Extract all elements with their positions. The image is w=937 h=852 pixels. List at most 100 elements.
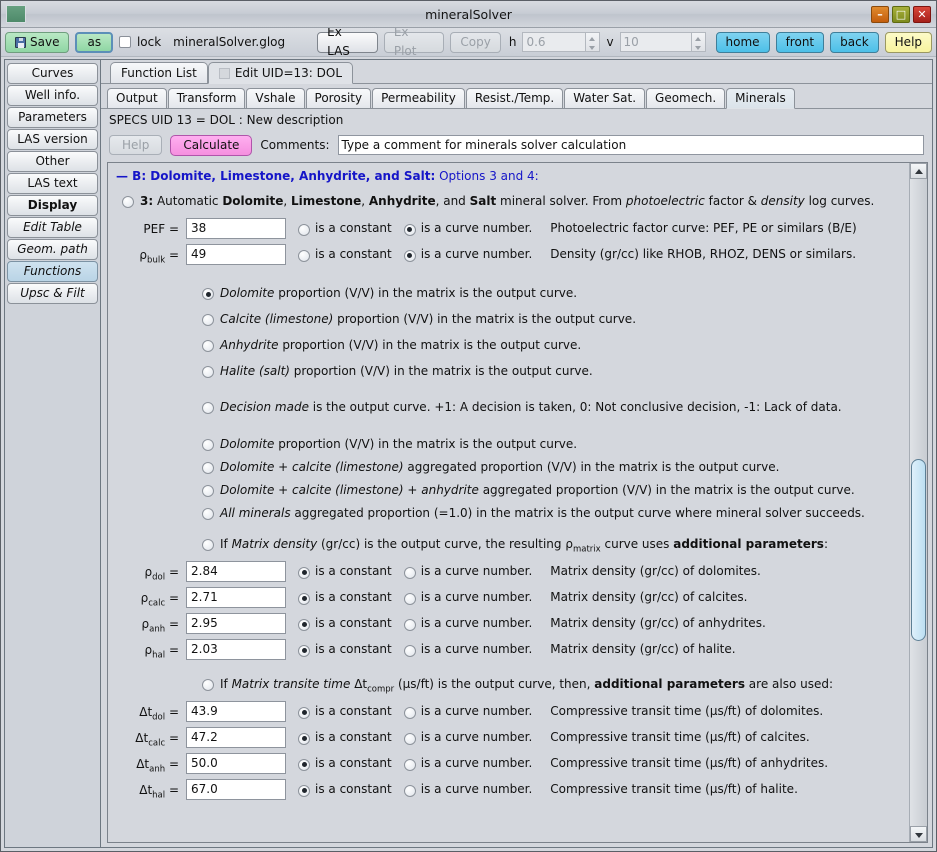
home-button[interactable]: home bbox=[715, 31, 770, 53]
pef-curve-option[interactable]: is a curve number. bbox=[403, 221, 532, 236]
dt-calc-curve-option[interactable]: is a curve number. bbox=[403, 730, 532, 745]
dt-calc-input[interactable]: 47.2 bbox=[186, 727, 286, 748]
rho-bulk-constant-option[interactable]: is a constant bbox=[298, 247, 392, 262]
tab-permeability[interactable]: Permeability bbox=[372, 88, 465, 108]
v-spinner[interactable] bbox=[691, 32, 706, 52]
rho-hal-input[interactable]: 2.03 bbox=[186, 639, 286, 660]
matrix-density-option-radio[interactable] bbox=[202, 539, 214, 551]
dt-hal-curve-radio[interactable] bbox=[403, 784, 416, 797]
rho-dol-constant-option[interactable]: is a constant bbox=[298, 564, 392, 579]
dt-dol-constant-option[interactable]: is a constant bbox=[298, 704, 392, 719]
dt-anh-curve-option[interactable]: is a curve number. bbox=[403, 756, 532, 771]
aggregate-option-dol-calc-anh-radio[interactable] bbox=[202, 485, 214, 497]
minimize-button[interactable]: – bbox=[871, 5, 889, 23]
h-spinner-up-icon[interactable] bbox=[586, 33, 599, 42]
dt-hal-constant-radio[interactable] bbox=[298, 784, 310, 797]
rho-hal-curve-radio[interactable] bbox=[403, 644, 416, 657]
front-button[interactable]: front bbox=[775, 31, 825, 53]
matrix-density-option[interactable]: If Matrix density (gr/cc) is the output … bbox=[202, 537, 905, 554]
transit-time-option[interactable]: If Matrix transite time Δtcompr (µs/ft) … bbox=[202, 677, 905, 694]
dt-hal-constant-option[interactable]: is a constant bbox=[298, 782, 392, 797]
h-spinner[interactable] bbox=[586, 32, 601, 52]
output-option-dolomite-radio[interactable] bbox=[202, 288, 214, 300]
rho-anh-constant-option[interactable]: is a constant bbox=[298, 616, 392, 631]
aggregate-option-all-minerals[interactable]: All minerals aggregated proportion (=1.0… bbox=[202, 506, 905, 521]
maximize-button[interactable]: □ bbox=[892, 5, 910, 23]
aggregate-option-all-minerals-radio[interactable] bbox=[202, 508, 214, 520]
dt-hal-input[interactable]: 67.0 bbox=[186, 779, 286, 800]
export-las-button[interactable]: Ex LAS bbox=[317, 25, 378, 58]
sidebar-item-well-info[interactable]: Well info. bbox=[7, 85, 98, 106]
rho-anh-input[interactable]: 2.95 bbox=[186, 613, 286, 634]
scroll-down-button[interactable] bbox=[910, 826, 927, 842]
dt-calc-constant-option[interactable]: is a constant bbox=[298, 730, 392, 745]
output-option-calcite-radio[interactable] bbox=[202, 314, 214, 326]
output-option-halite-radio[interactable] bbox=[202, 366, 214, 378]
sidebar-item-las-text[interactable]: LAS text bbox=[7, 173, 98, 194]
dt-dol-input[interactable]: 43.9 bbox=[186, 701, 286, 722]
output-option-anhydrite[interactable]: Anhydrite proportion (V/V) in the matrix… bbox=[202, 338, 905, 353]
sidebar-item-other[interactable]: Other bbox=[7, 151, 98, 172]
rho-anh-constant-radio[interactable] bbox=[298, 618, 310, 631]
v-spinner-up-icon[interactable] bbox=[692, 33, 705, 42]
tab-vshale[interactable]: Vshale bbox=[246, 88, 305, 108]
rho-calc-curve-option[interactable]: is a curve number. bbox=[403, 590, 532, 605]
tab-resist-temp[interactable]: Resist./Temp. bbox=[465, 88, 564, 108]
h-input[interactable]: 0.6 bbox=[522, 32, 587, 52]
dt-dol-curve-radio[interactable] bbox=[403, 706, 416, 719]
sidebar-item-functions[interactable]: Functions bbox=[7, 261, 98, 282]
rho-calc-constant-option[interactable]: is a constant bbox=[298, 590, 392, 605]
dt-anh-curve-radio[interactable] bbox=[403, 758, 416, 771]
sidebar-item-edit-table[interactable]: Edit Table bbox=[7, 217, 98, 238]
v-input[interactable]: 10 bbox=[619, 32, 692, 52]
save-as-button[interactable]: as bbox=[75, 31, 114, 53]
aggregate-option-dol-calc-anh[interactable]: Dolomite + calcite (limestone) + anhydri… bbox=[202, 483, 905, 498]
rho-dol-constant-radio[interactable] bbox=[298, 566, 310, 579]
rho-calc-constant-radio[interactable] bbox=[298, 592, 310, 605]
tab-edit-uid[interactable]: Edit UID=13: DOL bbox=[207, 62, 354, 84]
dt-calc-constant-radio[interactable] bbox=[298, 732, 310, 745]
sidebar-item-geom-path[interactable]: Geom. path bbox=[7, 239, 98, 260]
aggregate-option-dolomite-radio[interactable] bbox=[202, 439, 214, 451]
dt-anh-input[interactable]: 50.0 bbox=[186, 753, 286, 774]
pef-constant-radio[interactable] bbox=[298, 223, 310, 236]
scrollbar-track[interactable] bbox=[910, 179, 927, 826]
rho-hal-curve-option[interactable]: is a curve number. bbox=[403, 642, 532, 657]
comments-input[interactable]: Type a comment for minerals solver calcu… bbox=[337, 135, 924, 155]
tab-transform[interactable]: Transform bbox=[167, 88, 246, 108]
rho-dol-curve-radio[interactable] bbox=[403, 566, 416, 579]
aggregate-option-dol-calc[interactable]: Dolomite + calcite (limestone) aggregate… bbox=[202, 460, 905, 475]
option-3-row[interactable]: 3: Automatic Dolomite, Limestone, Anhydr… bbox=[122, 194, 905, 209]
tab-water-sat[interactable]: Water Sat. bbox=[564, 88, 646, 108]
h-stepper[interactable]: 0.6 bbox=[522, 32, 601, 52]
scroll-up-button[interactable] bbox=[910, 163, 927, 179]
scrollbar-thumb[interactable] bbox=[911, 459, 926, 641]
sidebar-item-upsc-filt[interactable]: Upsc & Filt bbox=[7, 283, 98, 304]
vertical-scrollbar[interactable] bbox=[909, 163, 927, 842]
rho-dol-curve-option[interactable]: is a curve number. bbox=[403, 564, 532, 579]
tab-porosity[interactable]: Porosity bbox=[305, 88, 372, 108]
dt-calc-curve-radio[interactable] bbox=[403, 732, 416, 745]
save-button[interactable]: Save bbox=[5, 31, 70, 53]
output-option-calcite[interactable]: Calcite (limestone) proportion (V/V) in … bbox=[202, 312, 905, 327]
sidebar-item-display[interactable]: Display bbox=[7, 195, 98, 216]
rho-calc-input[interactable]: 2.71 bbox=[186, 587, 286, 608]
aggregate-option-dol-calc-radio[interactable] bbox=[202, 462, 214, 474]
dt-anh-constant-option[interactable]: is a constant bbox=[298, 756, 392, 771]
output-option-anhydrite-radio[interactable] bbox=[202, 340, 214, 352]
pef-curve-radio[interactable] bbox=[403, 223, 416, 236]
rho-hal-constant-option[interactable]: is a constant bbox=[298, 642, 392, 657]
help-button[interactable]: Help bbox=[884, 31, 933, 53]
v-stepper[interactable]: 10 bbox=[619, 32, 706, 52]
close-button[interactable]: ✕ bbox=[913, 5, 931, 23]
output-option-decision-radio[interactable] bbox=[202, 402, 214, 414]
output-option-halite[interactable]: Halite (salt) proportion (V/V) in the ma… bbox=[202, 364, 905, 379]
sidebar-item-curves[interactable]: Curves bbox=[7, 63, 98, 84]
rho-hal-constant-radio[interactable] bbox=[298, 644, 310, 657]
rho-bulk-curve-option[interactable]: is a curve number. bbox=[403, 247, 532, 262]
output-option-decision[interactable]: Decision made is the output curve. +1: A… bbox=[202, 400, 905, 415]
sidebar-item-parameters[interactable]: Parameters bbox=[7, 107, 98, 128]
output-option-dolomite[interactable]: Dolomite proportion (V/V) in the matrix … bbox=[202, 286, 905, 301]
rho-anh-curve-option[interactable]: is a curve number. bbox=[403, 616, 532, 631]
v-spinner-down-icon[interactable] bbox=[692, 42, 705, 51]
